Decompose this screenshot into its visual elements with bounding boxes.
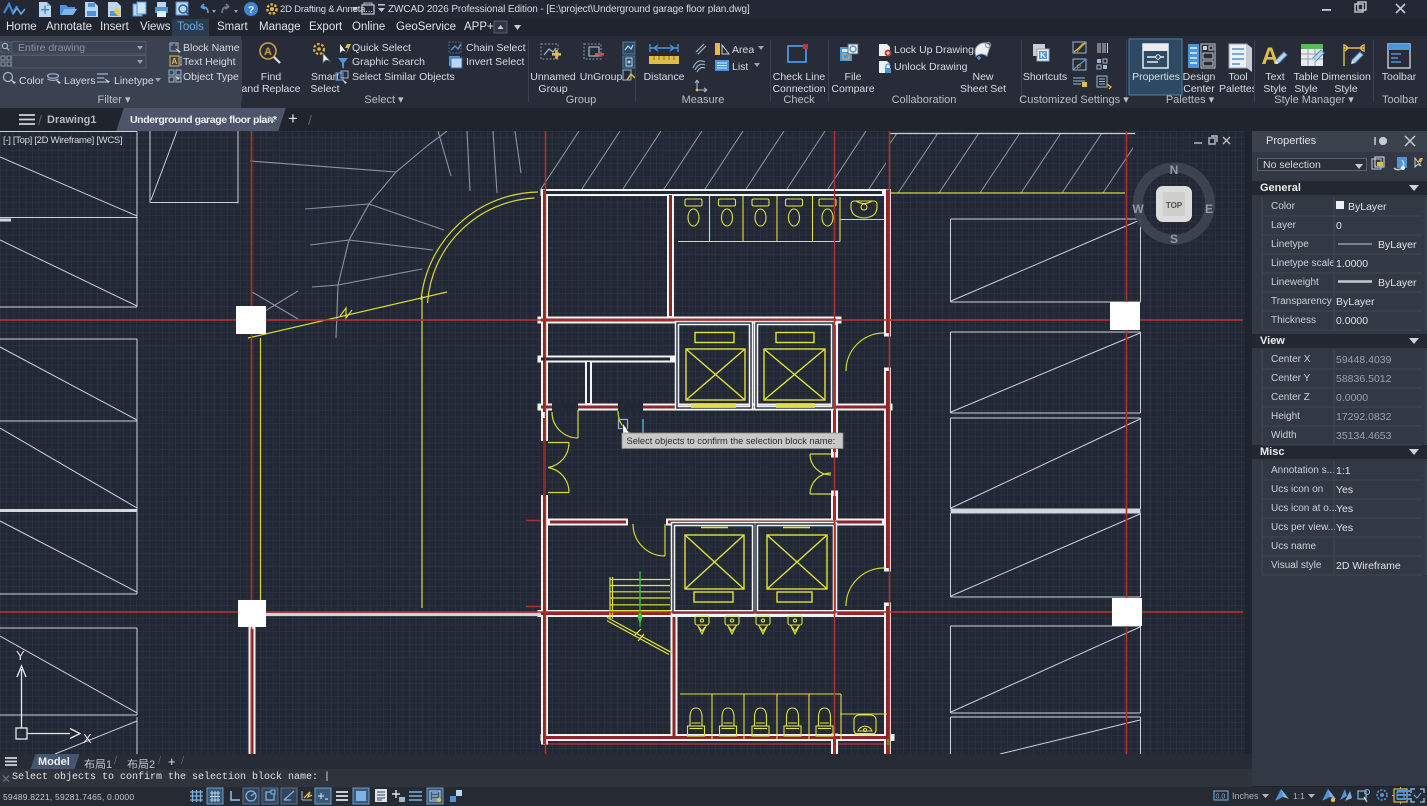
svg-text:K: K bbox=[1040, 51, 1046, 60]
svg-text:W: W bbox=[1132, 202, 1144, 216]
svg-text:Chain Select: Chain Select bbox=[466, 42, 526, 54]
svg-text:Object Type: Object Type bbox=[183, 71, 239, 83]
svg-text:Table: Table bbox=[1293, 71, 1318, 83]
svg-text:S: S bbox=[1170, 232, 1178, 246]
svg-text:List: List bbox=[732, 61, 748, 73]
svg-text:Graphic Search: Graphic Search bbox=[352, 56, 425, 68]
svg-text:New: New bbox=[972, 71, 993, 83]
svg-text:Area: Area bbox=[732, 44, 754, 56]
svg-text:Dimension: Dimension bbox=[1321, 71, 1371, 83]
svg-text:Inches: Inches bbox=[1232, 791, 1259, 801]
svg-text:?: ? bbox=[248, 5, 254, 16]
svg-text:Compare: Compare bbox=[831, 83, 874, 95]
svg-text:Y: Y bbox=[16, 648, 25, 663]
svg-text:Lock Up Drawing: Lock Up Drawing bbox=[894, 44, 974, 56]
svg-text:Check Line: Check Line bbox=[773, 71, 826, 83]
svg-text:Design: Design bbox=[1183, 71, 1216, 83]
svg-text:P: P bbox=[1077, 65, 1081, 71]
svg-text:File: File bbox=[845, 71, 862, 83]
svg-text:Entire drawing: Entire drawing bbox=[18, 42, 85, 54]
svg-text:Properties: Properties bbox=[1132, 71, 1180, 83]
svg-text:Linetype: Linetype bbox=[114, 75, 154, 87]
svg-text:TOP: TOP bbox=[1166, 201, 1183, 210]
svg-text:N: N bbox=[1170, 163, 1179, 177]
svg-text:[-] [Top] [2D Wireframe] [WCS]: [-] [Top] [2D Wireframe] [WCS] bbox=[3, 135, 122, 146]
svg-text:Smart: Smart bbox=[311, 71, 339, 83]
svg-text:Palettes: Palettes bbox=[1219, 83, 1254, 95]
svg-text:Select objects to confirm the: Select objects to confirm the selection … bbox=[627, 436, 836, 446]
svg-text:Layers: Layers bbox=[64, 75, 96, 87]
svg-text:Connection: Connection bbox=[772, 83, 825, 95]
svg-text:Color: Color bbox=[19, 75, 45, 87]
svg-text:Style: Style bbox=[1294, 83, 1318, 95]
svg-text:Style: Style bbox=[1334, 83, 1358, 95]
svg-text:Center: Center bbox=[1183, 83, 1215, 95]
svg-text:A: A bbox=[172, 57, 178, 66]
svg-text:Unnamed: Unnamed bbox=[530, 71, 576, 83]
svg-text:Text Height: Text Height bbox=[183, 56, 236, 68]
svg-text:Shortcuts: Shortcuts bbox=[1023, 71, 1067, 83]
svg-text:Tool: Tool bbox=[1228, 71, 1247, 83]
svg-text:Style: Style bbox=[1263, 83, 1287, 95]
svg-text:Group: Group bbox=[538, 83, 567, 95]
svg-text:E: E bbox=[1205, 202, 1213, 216]
svg-text:Toolbar: Toolbar bbox=[1382, 71, 1417, 83]
svg-text:UnGroup: UnGroup bbox=[580, 71, 623, 83]
svg-text:Select: Select bbox=[310, 83, 339, 95]
svg-text:Find: Find bbox=[261, 71, 282, 83]
svg-text:0.0: 0.0 bbox=[1216, 794, 1226, 801]
svg-text:X: X bbox=[83, 731, 92, 746]
svg-text:A: A bbox=[264, 46, 272, 58]
svg-text:and Replace: and Replace bbox=[242, 83, 301, 95]
svg-text:Unlock Drawing: Unlock Drawing bbox=[894, 61, 968, 73]
svg-text:Distance: Distance bbox=[644, 71, 685, 83]
svg-text:Text: Text bbox=[1265, 71, 1284, 83]
svg-text:A: A bbox=[1261, 43, 1278, 70]
svg-text:Quick Select: Quick Select bbox=[352, 42, 411, 54]
svg-text:1:1: 1:1 bbox=[1293, 791, 1305, 801]
svg-text:Invert Select: Invert Select bbox=[466, 56, 524, 68]
svg-text:Sheet Set: Sheet Set bbox=[960, 83, 1006, 95]
svg-text:Block Name: Block Name bbox=[183, 42, 240, 54]
svg-text:Select Similar Objects: Select Similar Objects bbox=[352, 71, 455, 83]
